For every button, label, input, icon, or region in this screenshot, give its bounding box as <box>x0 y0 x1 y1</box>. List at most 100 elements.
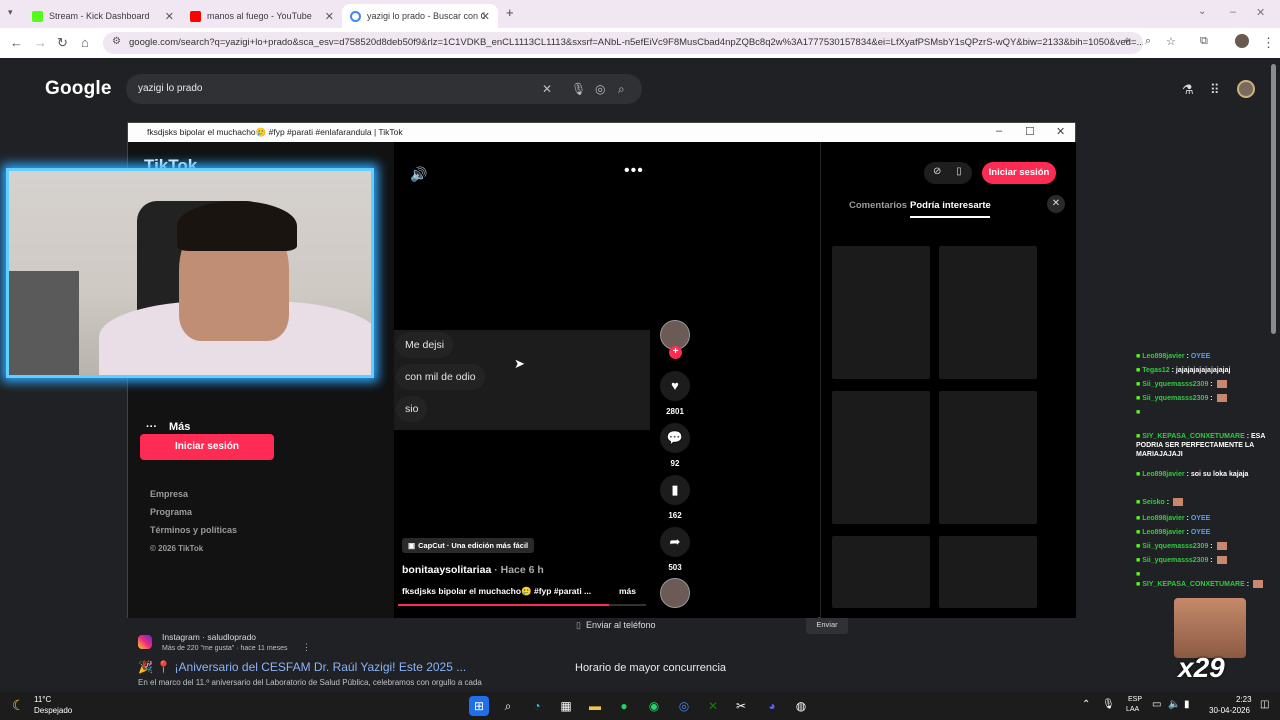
address-bar[interactable]: ⚙ google.com/search?q=yazigi+lo+prado&sc… <box>103 32 1143 54</box>
chat-username[interactable]: SIY_KEPASA_CONXETUMARE <box>1142 581 1245 588</box>
chat-username[interactable]: SIY_KEPASA_CONXETUMARE <box>1142 433 1245 440</box>
network-icon[interactable]: ▭ <box>1152 699 1161 710</box>
footer-link-program[interactable]: Programa <box>150 507 192 517</box>
apps-grid-icon[interactable]: ⠿ <box>1210 82 1220 98</box>
store-icon[interactable]: ▦ <box>556 696 576 716</box>
battery-icon[interactable]: ▮ <box>1184 699 1190 710</box>
bookmark-star-icon[interactable]: ☆ <box>1166 35 1176 48</box>
chat-username[interactable]: Leo898javier <box>1142 529 1184 536</box>
tab-google-search[interactable]: yazigi lo prado - Buscar con Go ✕ <box>342 4 498 28</box>
spotify-icon[interactable]: ● <box>614 696 634 716</box>
zoom-icon[interactable]: ⌕ <box>1145 35 1151 48</box>
weather-temperature[interactable]: 11°C <box>34 695 51 704</box>
snipping-tool-icon[interactable]: ✂ <box>731 696 751 716</box>
search-input[interactable]: yazigi lo prado ✕ 🎙 ◎ ⌕ <box>126 74 642 104</box>
login-button[interactable]: Iniciar sesión <box>140 434 274 460</box>
capcut-badge[interactable]: ▣ CapCut · Una edición más fácil <box>402 538 535 553</box>
tab-search-icon[interactable]: ⌄ <box>1198 6 1206 17</box>
suggested-video-thumb[interactable] <box>832 536 930 608</box>
xbox-icon[interactable]: ✕ <box>703 696 723 716</box>
suggested-video-thumb[interactable] <box>939 246 1037 379</box>
tab-youtube[interactable]: manos al fuego - YouTube ✕ <box>182 4 342 28</box>
back-icon[interactable]: ← <box>10 35 23 50</box>
close-icon[interactable]: ✕ <box>1047 195 1065 213</box>
microphone-icon[interactable]: 🎙 <box>571 82 586 96</box>
start-windows-icon[interactable]: ⊞ <box>469 696 489 716</box>
profile-avatar[interactable] <box>1235 34 1249 48</box>
like-heart-icon[interactable]: ♥ <box>660 371 690 401</box>
result-menu-icon[interactable]: ⋮ <box>302 642 311 653</box>
send-button[interactable]: Enviar <box>806 616 848 634</box>
share-arrow-icon[interactable]: ➦ <box>660 527 690 557</box>
clear-icon[interactable]: ✕ <box>542 82 552 96</box>
search-icon[interactable]: ⌕ <box>618 82 625 97</box>
speaker-icon[interactable]: 🔈 <box>1168 699 1180 710</box>
chat-username[interactable]: Sii_yquemasss2309 <box>1142 543 1208 550</box>
obs-icon[interactable]: ◍ <box>791 696 811 716</box>
tab-comments[interactable]: Comentarios <box>849 200 907 211</box>
minimize-icon[interactable]: – <box>1230 6 1236 18</box>
tab-suggestions[interactable]: Podría interesarte <box>910 200 991 211</box>
search-icon[interactable]: ⌕ <box>498 696 518 716</box>
scrollbar[interactable] <box>1271 64 1276 334</box>
close-icon[interactable]: ✕ <box>325 10 334 23</box>
embed-icon[interactable]: ⊘ <box>933 166 941 177</box>
chat-username[interactable]: Sii_yquemasss2309 <box>1142 381 1208 388</box>
more-options-icon[interactable]: ••• <box>624 162 644 180</box>
follow-plus-icon[interactable]: + <box>669 346 682 359</box>
clock-time[interactable]: 2:23 <box>1236 695 1252 704</box>
popup-maximize-icon[interactable]: ☐ <box>1025 125 1035 138</box>
moon-weather-icon[interactable]: ☾ <box>12 697 25 714</box>
discord-icon[interactable]: ◕ <box>762 696 782 716</box>
tray-chevron-icon[interactable]: ⌃ <box>1082 699 1090 710</box>
phone-icon[interactable]: ▯ <box>956 166 962 177</box>
chrome-icon[interactable]: ◎ <box>674 696 694 716</box>
popup-minimize-icon[interactable]: – <box>996 125 1002 137</box>
location-icon[interactable]: ⌖ <box>1124 35 1130 48</box>
suggested-video-thumb[interactable] <box>939 391 1037 524</box>
bookmark-icon[interactable]: ▮ <box>660 475 690 505</box>
sidebar-item-more[interactable]: ··· Más <box>146 421 190 433</box>
chat-username[interactable]: Sii_yquemasss2309 <box>1142 395 1208 402</box>
result-source[interactable]: Instagram · saludloprado <box>162 632 256 642</box>
chat-username[interactable]: Leo898javier <box>1142 471 1184 478</box>
popup-close-icon[interactable]: ✕ <box>1056 125 1065 138</box>
site-info-icon[interactable]: ⚙ <box>112 36 121 47</box>
labs-flask-icon[interactable]: ⚗ <box>1182 82 1194 98</box>
google-logo[interactable]: Google <box>45 78 112 100</box>
chat-username[interactable]: Sii_yquemasss2309 <box>1142 557 1208 564</box>
clock-date[interactable]: 30-04-2026 <box>1209 706 1250 715</box>
window-close-icon[interactable]: ✕ <box>1256 6 1265 19</box>
close-icon[interactable]: ✕ <box>165 10 174 23</box>
chat-username[interactable]: Leo898javier <box>1142 353 1184 360</box>
suggested-video-thumb[interactable] <box>939 536 1037 608</box>
keyboard-layout[interactable]: LAA <box>1126 706 1139 713</box>
microphone-icon[interactable]: 🎙 <box>1102 699 1115 710</box>
result-title-link[interactable]: 🎉 📍 ¡Aniversario del CESFAM Dr. Raúl Yaz… <box>138 660 466 674</box>
footer-link-terms[interactable]: Términos y políticas <box>150 525 237 535</box>
option-2[interactable]: con mil de odio <box>396 364 485 390</box>
folder-icon[interactable]: ▬ <box>585 696 605 716</box>
volume-icon[interactable]: 🔊 <box>410 166 427 183</box>
option-1[interactable]: Me dejsi <box>396 332 454 358</box>
new-tab-button[interactable]: + <box>506 5 514 20</box>
caption-more-link[interactable]: más <box>619 586 636 596</box>
forward-icon[interactable]: → <box>34 35 47 50</box>
close-icon[interactable]: ✕ <box>481 10 490 23</box>
tab-search-chevron-icon[interactable]: ▾ <box>8 7 13 18</box>
video-player[interactable]: 🔊 ••• Me dejsi con mil de odio sio ➤ ▣ Ca… <box>394 142 818 618</box>
lens-icon[interactable]: ◎ <box>595 82 605 96</box>
chat-username[interactable]: Tegas12 <box>1142 367 1170 374</box>
reload-icon[interactable]: ↻ <box>57 35 68 51</box>
video-progress-bar[interactable] <box>398 604 646 606</box>
login-button-top[interactable]: Iniciar sesión <box>982 162 1056 184</box>
edge-icon[interactable]: ◔ <box>527 696 547 716</box>
option-3[interactable]: sio <box>396 396 428 422</box>
home-icon[interactable]: ⌂ <box>81 35 89 50</box>
chat-username[interactable]: Leo898javier <box>1142 515 1184 522</box>
sound-avatar[interactable] <box>660 578 690 608</box>
weather-description[interactable]: Despejado <box>34 706 72 715</box>
language-indicator[interactable]: ESP <box>1128 696 1142 703</box>
tab-kick-dashboard[interactable]: Stream - Kick Dashboard ✕ <box>24 4 182 28</box>
menu-kebab-icon[interactable]: ⋮ <box>1262 35 1275 51</box>
